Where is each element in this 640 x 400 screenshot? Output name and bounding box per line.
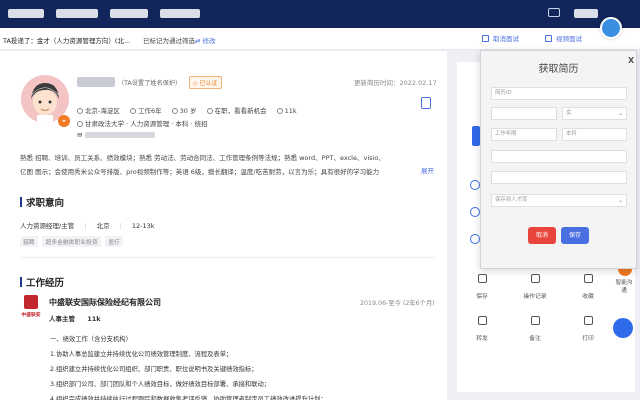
email-redacted — [85, 132, 156, 138]
location-info: 北京-海淀区 — [77, 107, 120, 115]
save-button[interactable]: 保存 — [561, 227, 589, 244]
skills-line: 亿图 图示；会使用秀米公众号排版、pro视频制作等；英语 6级，擅长翻译；温度/… — [20, 168, 380, 176]
job-status-info: 在职，看看新机会 — [206, 107, 267, 115]
bookmark-icon[interactable] — [421, 97, 431, 109]
status-icon — [206, 108, 213, 114]
forward-icon — [477, 316, 487, 325]
expand-link[interactable]: 展开 — [419, 165, 434, 175]
video-icon — [545, 35, 552, 42]
modify-status-link[interactable]: ⇄ 修改 — [195, 35, 216, 45]
intention-tag: 猎聘 — [20, 236, 38, 247]
nav-item-redacted[interactable] — [160, 9, 200, 18]
work-duties: 一、绩效工作（含分支机构） 1.协助人事总监建立并持续优化公司绩效管理制度、流程… — [50, 332, 327, 400]
save-icon — [477, 274, 487, 283]
candidate-basic-info: 北京-海淀区 工作6年 30 岁 在职，看看新机会 11k — [77, 105, 305, 115]
cancel-button[interactable]: 取消 — [528, 227, 556, 244]
intention-tags: 猎聘 超多金融类职业投资 医疗 — [20, 236, 126, 247]
screening-status: 已标记为通过筛选 — [143, 37, 195, 45]
resume-id-field[interactable]: 简历ID — [491, 87, 627, 100]
chat-icon[interactable] — [470, 180, 480, 190]
duty-line: 一、绩效工作（含分支机构） — [50, 336, 132, 343]
action-history[interactable]: 操作记录 — [515, 274, 555, 300]
action-forward[interactable]: 转发 — [462, 316, 502, 342]
print-icon — [583, 316, 593, 325]
candidate-subbar: TA投递了：金才（人力资源管理方向）(北... 已标记为通过筛选 ⇄ 修改 取消… — [0, 28, 640, 50]
education-info: 甘肃政法大学 · 人力资源管理 · 本科 · 统招 — [77, 118, 208, 128]
intention-tag: 超多金融类职业投资 — [42, 236, 101, 247]
share-icon[interactable] — [470, 234, 480, 244]
panel-highlight — [472, 126, 480, 146]
chevron-down-icon: ⌄ — [617, 110, 623, 117]
top-navigation-bar — [0, 0, 640, 28]
application-title: TA投递了：金才（人力资源管理方向）(北... — [3, 37, 131, 45]
help-float-icon[interactable] — [613, 318, 633, 338]
chevron-down-icon: ⌄ — [617, 197, 623, 204]
cancel-interview-button[interactable]: 取消面试 — [482, 33, 519, 46]
note-icon — [530, 316, 540, 325]
work-role-row: 人事主管 11k — [49, 313, 111, 323]
intention-city: 北京 — [96, 222, 110, 230]
phone-icon[interactable] — [470, 207, 480, 217]
location-icon — [77, 108, 83, 114]
degree-field[interactable]: 本科 — [562, 128, 627, 141]
user-name-redacted[interactable] — [574, 9, 598, 18]
nav-item-redacted[interactable] — [56, 9, 98, 18]
calendar-icon — [482, 35, 489, 42]
duty-line: 4.组织完成绩效并持续执行过程跟踪和数据收集考评反馈，协助管理者制定员工绩效改进… — [50, 396, 327, 400]
name-protection-note: （TA设置了姓名保护） — [118, 80, 182, 87]
age-icon — [171, 108, 178, 114]
experience-info: 工作6年 — [129, 107, 162, 115]
location-pin-icon: ⌖ — [58, 115, 70, 127]
company-logo-mark — [24, 295, 38, 309]
nav-item-redacted[interactable] — [110, 9, 148, 18]
action-favorite[interactable]: 收藏 — [568, 274, 608, 300]
mail-icon: ✉ — [77, 131, 83, 139]
contact-field[interactable] — [491, 150, 627, 163]
work-period: 2019.06-至今 (2年6个月) — [360, 300, 435, 307]
gender-select[interactable]: 女 ⌄ — [562, 107, 627, 120]
action-print[interactable]: 打印 — [568, 316, 608, 342]
company-name: 中盛联安国际保险经纪有限公司 — [49, 298, 161, 307]
email-info: ✉ — [77, 131, 156, 139]
intention-salary: 12-13k — [131, 222, 155, 230]
star-icon — [583, 274, 593, 283]
action-note[interactable]: 备注 — [515, 316, 555, 342]
job-intention-row: 人力资源经理/主管 | 北京 | 12-13k — [20, 222, 155, 230]
duty-line: 2.组织建立并持续优化公司组织、部门职责、职位说明书及关键绩效指标； — [50, 366, 258, 373]
intention-role: 人力资源经理/主管 — [20, 222, 75, 230]
modal-title: 获取简历 — [538, 64, 579, 75]
resume-update-time: 更新简历时间：2022.02.17 — [354, 79, 437, 87]
skills-line: 熟悉 招聘、培训、员工关系、绩效模块；熟悉 劳动法、劳动合同法、工作管理条例等法… — [20, 154, 385, 162]
record-icon — [530, 274, 540, 283]
salary-icon — [276, 108, 283, 114]
smart-chat-label[interactable]: 智能沟通 — [615, 278, 633, 294]
video-interview-button[interactable]: 视频面试 — [545, 33, 582, 46]
duty-line: 1.协助人事总监建立并持续优化公司绩效管理制度、流程及表单； — [50, 351, 233, 358]
name-field[interactable] — [491, 107, 557, 120]
company-logo: 中盛联安 — [20, 295, 42, 321]
briefcase-icon — [129, 108, 136, 114]
nav-logo-redacted[interactable] — [8, 9, 44, 18]
skills-summary: 熟悉 招聘、培训、员工关系、绩效模块；熟悉 劳动法、劳动合同法、工作管理条例等法… — [20, 151, 435, 179]
age-info: 30 岁 — [171, 107, 197, 115]
assistant-float-icon[interactable] — [600, 17, 622, 39]
verified-badge: ◇ 已认证 — [189, 76, 222, 89]
salary-info: 11k — [276, 107, 297, 115]
close-icon[interactable]: X — [628, 56, 634, 65]
work-experience-heading: 工作经历 — [20, 275, 64, 289]
email-field[interactable] — [491, 171, 627, 184]
candidate-name-redacted — [77, 77, 115, 87]
work-years-field[interactable]: 工作年限 — [491, 128, 557, 141]
save-target-select[interactable]: 保存到人才库 ⌄ — [491, 194, 627, 207]
section-divider — [20, 257, 435, 258]
action-save[interactable]: 保存 — [462, 274, 502, 300]
graduation-cap-icon — [77, 121, 83, 127]
duty-line: 3.组织部门公司、部门团队和个人绩效目标，做好绩效目标部署、承接和联动； — [50, 381, 271, 388]
job-intention-heading: 求职意向 — [20, 195, 64, 209]
intention-tag: 医疗 — [105, 236, 124, 247]
work-salary: 11k — [87, 315, 101, 323]
message-icon[interactable] — [548, 8, 560, 17]
work-role: 人事主管 — [49, 315, 75, 323]
